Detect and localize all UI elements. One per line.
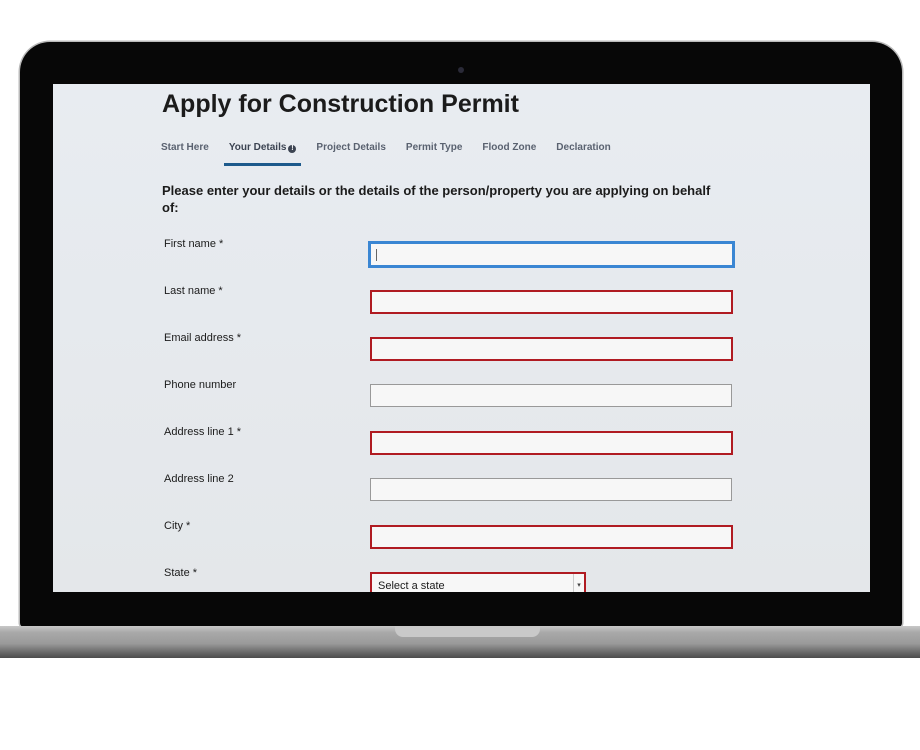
last-name-label: Last name *: [164, 285, 223, 297]
state-label: State *: [164, 567, 198, 579]
tab-declaration[interactable]: Declaration: [556, 142, 610, 166]
form-instructions: Please enter your details or the details…: [162, 183, 711, 215]
phone-label: Phone number: [164, 379, 237, 391]
step-tabs: Start Here Your Details! Project Details…: [161, 142, 631, 166]
laptop-notch: [395, 626, 540, 637]
text-caret: [376, 249, 377, 261]
page-title: Apply for Construction Permit: [162, 90, 519, 118]
address-line-2-label: Address line 2: [164, 473, 234, 485]
first-name-label: First name *: [164, 238, 224, 250]
address-line-2-input[interactable]: [370, 478, 732, 501]
tab-start-here[interactable]: Start Here: [161, 142, 209, 166]
state-select[interactable]: Select a state ▾: [370, 572, 586, 592]
tab-flood-zone[interactable]: Flood Zone: [482, 142, 536, 166]
tab-your-details[interactable]: Your Details!: [223, 142, 302, 166]
last-name-input[interactable]: [370, 290, 733, 314]
city-label: City *: [164, 520, 191, 532]
chevron-down-icon: ▾: [573, 574, 584, 592]
email-label: Email address *: [164, 332, 242, 344]
info-icon: !: [288, 145, 297, 153]
first-name-input[interactable]: [368, 241, 735, 268]
email-input[interactable]: [370, 337, 733, 361]
state-select-value: Select a state: [378, 580, 445, 592]
tab-label: Your Details: [228, 142, 287, 153]
tab-project-details[interactable]: Project Details: [316, 142, 385, 166]
city-input[interactable]: [370, 525, 733, 549]
address-line-1-label: Address line 1 *: [164, 426, 242, 438]
tab-permit-type[interactable]: Permit Type: [406, 142, 463, 166]
webcam: [458, 67, 464, 73]
address-line-1-input[interactable]: [370, 431, 733, 455]
phone-input[interactable]: [370, 384, 732, 407]
browser-screen: Apply for Construction Permit Start Here…: [53, 84, 870, 592]
